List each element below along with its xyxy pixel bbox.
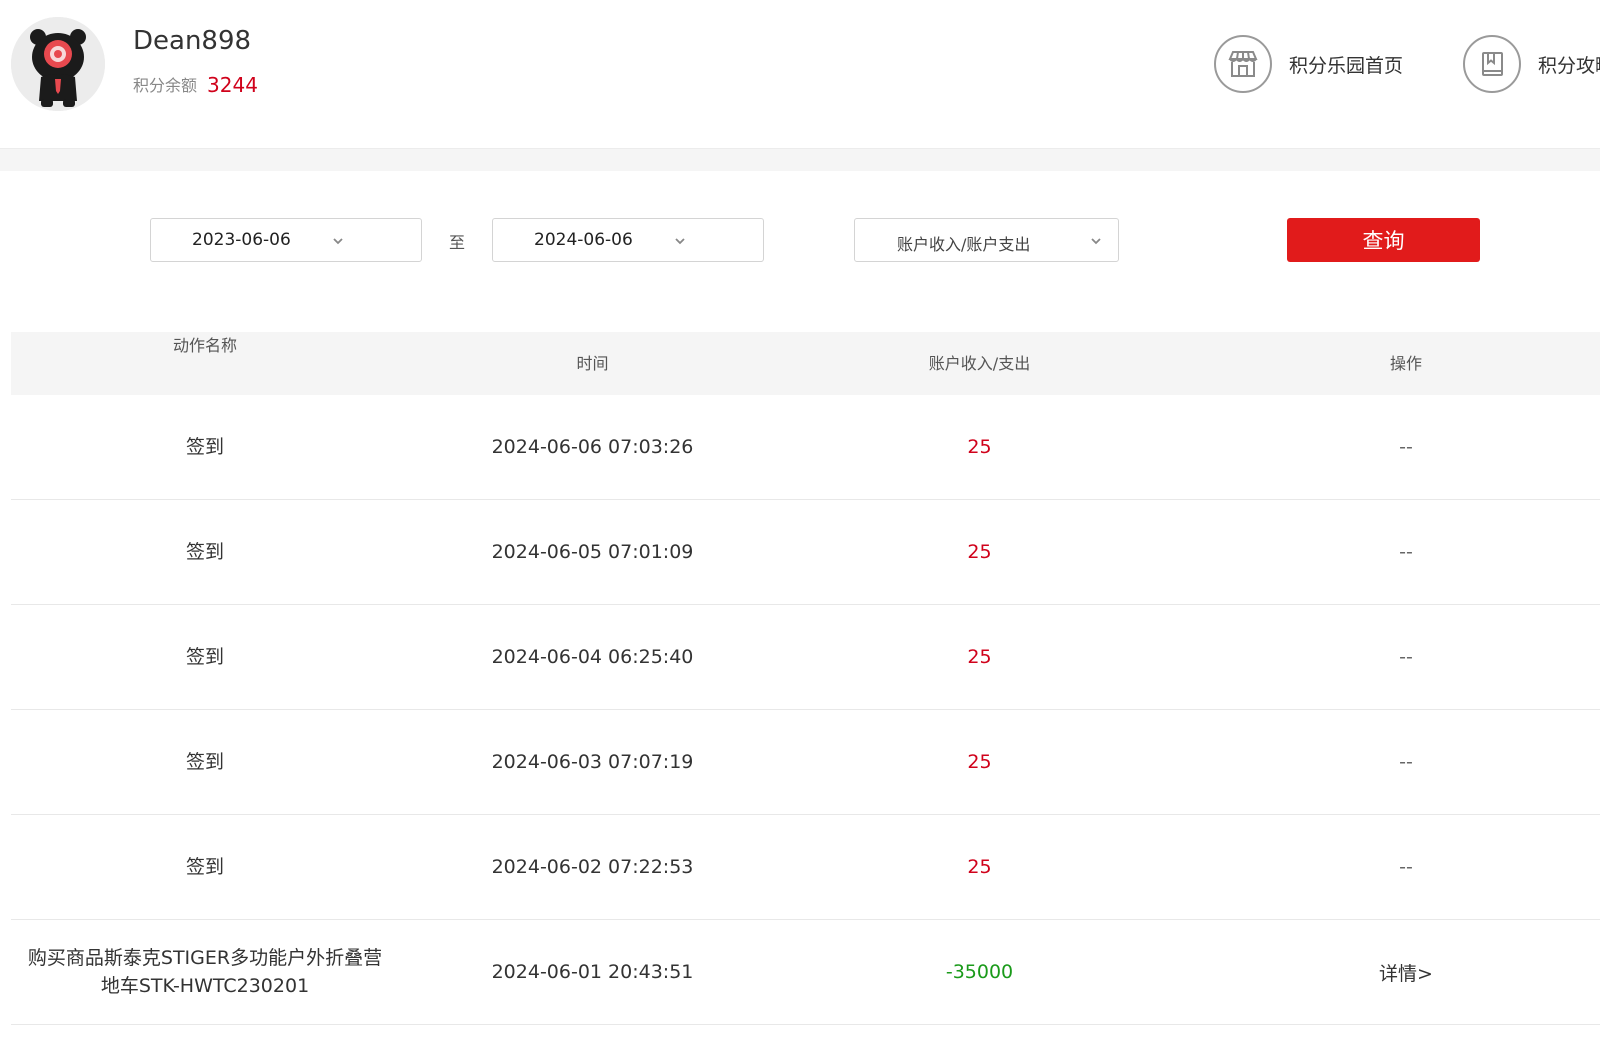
nav-points-home[interactable]: 积分乐园首页: [1214, 34, 1403, 94]
username: Dean898: [133, 26, 252, 56]
row-amount: 25: [967, 541, 992, 563]
row-amount: 25: [967, 751, 992, 773]
transaction-type-value: 账户收入/账户支出: [897, 235, 1031, 254]
row-action: 签到: [185, 541, 224, 563]
transaction-type-select[interactable]: 账户收入/账户支出: [854, 218, 1119, 262]
row-time: 2024-06-02 07:22:53: [491, 856, 694, 878]
table-row: 购买商品斯泰克STIGER多功能户外折叠营地车STK-HWTC230201 20…: [11, 920, 1600, 1025]
table-row: 签到 2024-06-05 07:01:09 25 --: [11, 500, 1600, 605]
row-operation: --: [1399, 541, 1413, 563]
nav-points-guide-label: 积分攻略: [1538, 54, 1600, 77]
row-time: 2024-06-03 07:07:19: [491, 751, 694, 773]
row-amount: 25: [967, 436, 992, 458]
row-time: 2024-06-06 07:03:26: [491, 436, 694, 458]
row-amount: 25: [967, 646, 992, 668]
chevron-down-icon: [675, 238, 685, 245]
bear-mascot-icon: [11, 17, 105, 111]
row-action: 签到: [185, 751, 224, 773]
table-header: 动作名称 时间 账户收入/支出 操作: [11, 332, 1600, 395]
row-operation: 详情>: [1201, 920, 1600, 1024]
end-date-value: 2024-06-06: [534, 230, 633, 250]
table-row: 签到 2024-06-06 07:03:26 25 --: [11, 395, 1600, 500]
row-operation: --: [1399, 751, 1413, 773]
balance-value: 3244: [207, 73, 258, 97]
query-button[interactable]: 查询: [1287, 218, 1480, 262]
balance-label: 积分余额: [133, 76, 198, 95]
row-operation: --: [1399, 436, 1413, 458]
chevron-down-icon: [333, 238, 343, 245]
detail-link[interactable]: 详情>: [1379, 959, 1433, 986]
header-action-name: 动作名称: [172, 336, 237, 355]
row-operation: --: [1399, 646, 1413, 668]
row-amount: -35000: [945, 961, 1014, 983]
row-time: 2024-06-01 20:43:51: [491, 961, 694, 983]
row-time: 2024-06-04 06:25:40: [491, 646, 694, 668]
start-date-select[interactable]: 2023-06-06: [150, 218, 422, 262]
row-action: 购买商品斯泰克STIGER多功能户外折叠营地车STK-HWTC230201: [27, 947, 383, 997]
header-operation: 操作: [1389, 354, 1422, 373]
shop-icon: [1214, 35, 1272, 93]
end-date-select[interactable]: 2024-06-06: [492, 218, 764, 262]
row-action: 签到: [185, 436, 224, 458]
table-row: 签到 2024-06-03 07:07:19 25 --: [11, 710, 1600, 815]
row-operation: --: [1399, 856, 1413, 878]
table-row: 签到 2024-06-04 06:25:40 25 --: [11, 605, 1600, 710]
points-history-table: 动作名称 时间 账户收入/支出 操作 签到 2024-06-06 07:03:2…: [11, 332, 1600, 1025]
start-date-value: 2023-06-06: [192, 230, 291, 250]
date-range-separator: 至: [449, 233, 466, 252]
nav-points-home-label: 积分乐园首页: [1289, 54, 1404, 77]
row-time: 2024-06-05 07:01:09: [491, 541, 694, 563]
book-icon: [1463, 35, 1521, 93]
balance: 积分余额 3244: [133, 72, 258, 97]
profile-header: Dean898 积分余额 3244 积分乐园首页 积分攻略: [0, 0, 1600, 148]
table-row: 签到 2024-06-02 07:22:53 25 --: [11, 815, 1600, 920]
avatar[interactable]: [11, 17, 105, 111]
header-amount: 账户收入/支出: [928, 354, 1031, 373]
section-divider: [0, 148, 1600, 171]
row-amount: 25: [967, 856, 992, 878]
row-action: 签到: [185, 646, 224, 668]
row-action: 签到: [185, 856, 224, 878]
header-time: 时间: [576, 354, 609, 373]
chevron-down-icon: [1091, 238, 1101, 245]
nav-points-guide[interactable]: 积分攻略: [1463, 34, 1600, 94]
